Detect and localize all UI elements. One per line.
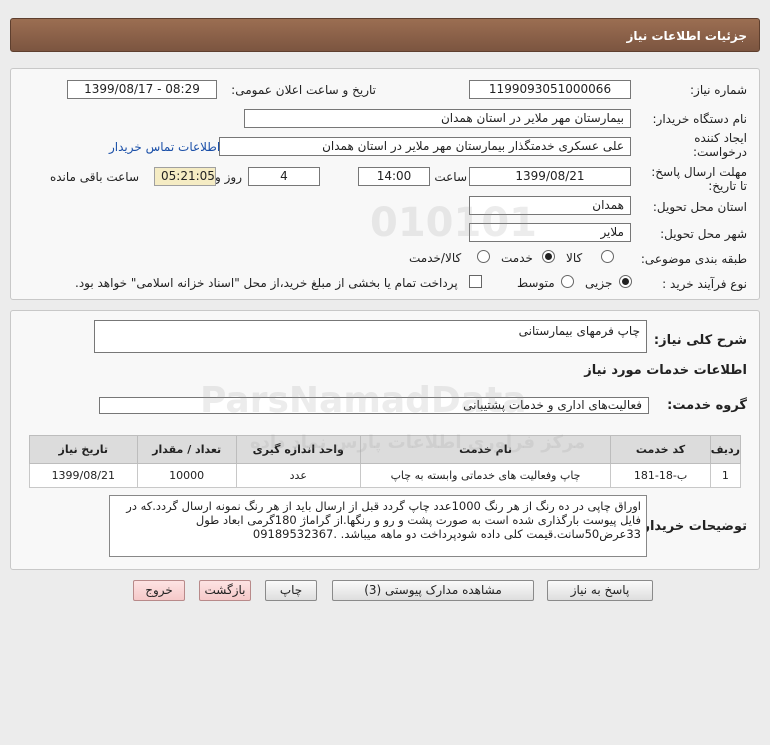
cell-need-date: 1399/08/21 xyxy=(29,463,138,488)
process-option-medium: متوسط xyxy=(517,276,555,290)
category-option-goods-service: کالا/خدمت xyxy=(409,251,462,265)
need-details-panel: شرح کلی نیاز: چاپ فرمهای بیمارستانی اطلا… xyxy=(10,310,760,570)
buyer-notes-label: توضیحات خریدار: xyxy=(637,519,747,534)
process-label: نوع فرآیند خرید : xyxy=(662,277,747,291)
col-unit: واحد اندازه گیری xyxy=(235,435,361,464)
need-number-label: شماره نیاز: xyxy=(690,83,747,97)
buyer-org-label: نام دستگاه خریدار: xyxy=(652,112,748,126)
process-option-minor: جزیی xyxy=(585,276,613,290)
category-radio-goods-service[interactable] xyxy=(477,250,490,263)
category-radio-service[interactable] xyxy=(542,250,555,263)
creator-field: علی عسکری خدمتگذار بیمارستان مهر ملایر د… xyxy=(219,137,631,156)
creator-label-1: ایجاد کننده xyxy=(694,131,747,145)
province-field: همدان xyxy=(469,196,631,215)
deadline-time-label: ساعت xyxy=(434,170,467,184)
city-label: شهر محل تحویل: xyxy=(660,227,747,241)
general-desc-label: شرح کلی نیاز: xyxy=(653,333,747,348)
category-label: طبقه بندی موضوعی: xyxy=(640,252,747,266)
days-label: روز و xyxy=(215,170,242,184)
cell-service-name: چاپ وفعالیت های خدماتی وابسته به چاپ xyxy=(359,463,612,488)
service-group-label: گروه خدمت: xyxy=(667,398,747,413)
buyer-org-field: بیمارستان مهر ملایر در استان همدان xyxy=(244,109,631,128)
process-radio-minor[interactable] xyxy=(619,275,632,288)
services-table: ردیف کد خدمت نام خدمت واحد اندازه گیری ت… xyxy=(29,435,742,488)
announce-field: 1399/08/17 - 08:29 xyxy=(67,80,217,99)
deadline-label-2: تا تاریخ: xyxy=(708,179,747,193)
cell-service-code: ب-18-181 xyxy=(610,463,711,488)
remaining-time-field: 05:21:05 xyxy=(154,167,216,186)
service-group-field: فعالیت‌های اداری و خدمات پشتیبانی xyxy=(99,397,649,414)
need-info-panel: شماره نیاز: 1199093051000066 تاریخ و ساع… xyxy=(10,68,760,300)
treasury-payment-note: پرداخت تمام یا بخشی از مبلغ خرید،از محل … xyxy=(75,276,458,290)
buyer-contact-link[interactable]: اطلاعات تماس خریدار xyxy=(109,140,220,154)
city-field: ملایر xyxy=(469,223,631,242)
page-title-bar: جزئیات اطلاعات نیاز xyxy=(10,18,760,52)
process-radio-medium[interactable] xyxy=(561,275,574,288)
cell-row-number: 1 xyxy=(709,463,742,488)
treasury-payment-checkbox[interactable] xyxy=(469,275,482,288)
category-radio-goods[interactable] xyxy=(601,250,614,263)
general-desc-field: چاپ فرمهای بیمارستانی xyxy=(94,320,647,353)
view-attachments-button[interactable]: مشاهده مدارک پیوستی (3) xyxy=(332,580,534,601)
col-service-name: نام خدمت xyxy=(359,435,612,464)
cell-unit: عدد xyxy=(235,463,361,488)
col-quantity: تعداد / مقدار xyxy=(136,435,237,464)
exit-button[interactable]: خروج xyxy=(133,580,185,601)
col-row-number: ردیف xyxy=(709,435,742,464)
announce-label: تاریخ و ساعت اعلان عمومی: xyxy=(231,83,376,97)
remaining-label: ساعت باقی مانده xyxy=(49,170,139,184)
deadline-label-1: مهلت ارسال پاسخ: xyxy=(651,165,747,179)
reply-button[interactable]: پاسخ به نیاز xyxy=(547,580,653,601)
cell-quantity: 10000 xyxy=(136,463,237,488)
services-table-header: ردیف کد خدمت نام خدمت واحد اندازه گیری ت… xyxy=(29,435,742,464)
creator-label-2: درخواست: xyxy=(693,145,747,159)
services-heading: اطلاعات خدمات مورد نیاز xyxy=(584,363,747,378)
days-remaining-field: 4 xyxy=(248,167,320,186)
need-number-field: 1199093051000066 xyxy=(469,80,631,99)
buyer-notes-field: اوراق چاپی در ده رنگ از هر رنگ 1000عدد چ… xyxy=(109,495,647,557)
category-option-service: خدمت xyxy=(501,251,533,265)
page-title: جزئیات اطلاعات نیاز xyxy=(626,29,747,43)
col-service-code: کد خدمت xyxy=(610,435,711,464)
back-button[interactable]: بازگشت xyxy=(199,580,251,601)
col-need-date: تاریخ نیاز xyxy=(29,435,138,464)
print-button[interactable]: چاپ xyxy=(265,580,317,601)
province-label: استان محل تحویل: xyxy=(652,200,747,214)
deadline-date-field: 1399/08/21 xyxy=(469,167,631,186)
deadline-time-field: 14:00 xyxy=(358,167,430,186)
table-row: 1 ب-18-181 چاپ وفعالیت های خدماتی وابسته… xyxy=(29,463,742,488)
category-option-goods: کالا xyxy=(566,251,583,265)
